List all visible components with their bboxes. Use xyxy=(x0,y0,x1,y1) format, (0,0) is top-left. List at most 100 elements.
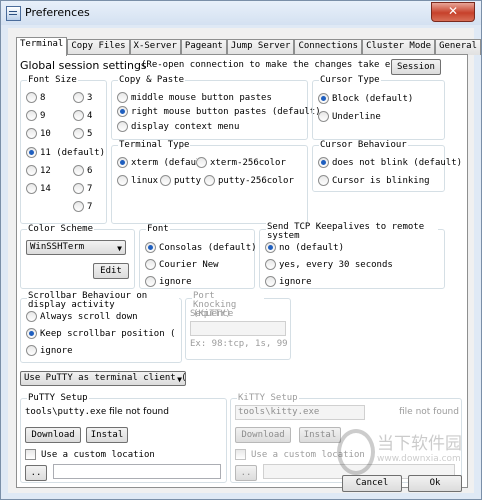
cursor-block-radio[interactable]: Block (default) xyxy=(318,93,413,104)
tab-connections[interactable]: Connections xyxy=(294,39,363,55)
tab-strip: Terminal Copy Files X-Server Pageant Jum… xyxy=(16,37,482,56)
right-mouse-radio[interactable]: right mouse button pastes (default) xyxy=(117,106,321,117)
cursor-type-label: Cursor Type xyxy=(319,75,381,85)
tab-cluster-mode[interactable]: Cluster Mode xyxy=(362,39,436,55)
putty-custom-location-checkbox[interactable]: Use a custom location xyxy=(25,449,155,460)
cursor-behaviour-label: Cursor Behaviour xyxy=(319,140,408,150)
keepalive-no-radio[interactable]: no (default) xyxy=(265,242,344,253)
putty-256color-radio[interactable]: putty-256color xyxy=(204,175,294,186)
tab-general[interactable]: General xyxy=(435,39,482,55)
keepalive-yes-radio[interactable]: yes, every 30 seconds xyxy=(265,259,393,270)
kitty-install-button[interactable]: Instal xyxy=(299,427,341,443)
radio-label: ignore xyxy=(159,276,192,287)
kitty-download-button[interactable]: Download xyxy=(235,427,291,443)
terminal-type-label: Terminal Type xyxy=(118,140,191,150)
putty-radio[interactable]: putty xyxy=(160,175,201,186)
tab-pageant[interactable]: Pageant xyxy=(180,39,227,55)
font-size-12-radio[interactable]: 12 xyxy=(26,165,51,176)
scrollbar-ignore-radio[interactable]: ignore xyxy=(26,345,73,356)
radio-label: 3 xyxy=(87,92,93,103)
close-button[interactable]: ✕ xyxy=(431,2,475,22)
radio-circle xyxy=(73,183,84,194)
radio-circle xyxy=(73,92,84,103)
port-knocking-group: Port Knocking (KiTTY) Sequence Ex: 98:tc… xyxy=(185,292,291,360)
watermark-url: www.downxia.com xyxy=(377,454,461,464)
radio-circle xyxy=(196,157,207,168)
putty-download-button[interactable]: Download xyxy=(25,427,81,443)
keepalive-ignore-radio[interactable]: ignore xyxy=(265,276,312,287)
radio-label: Always scroll down xyxy=(40,311,138,322)
font-group: Font Consolas (default) Courier New igno… xyxy=(139,224,257,289)
xterm-256color-radio[interactable]: xterm-256color xyxy=(196,157,286,168)
ok-button[interactable]: Ok xyxy=(408,475,462,492)
context-menu-radio[interactable]: display context menu xyxy=(117,121,239,132)
radio-label: xterm-256color xyxy=(210,157,286,168)
font-ignore-radio[interactable]: ignore xyxy=(145,276,192,287)
title-bar[interactable]: Preferences ✕ xyxy=(1,1,481,25)
linux-radio[interactable]: linux xyxy=(117,175,158,186)
font-size-7-radio[interactable]: 7 xyxy=(73,183,92,194)
putty-setup-label: PuTTY Setup xyxy=(27,393,89,403)
radio-circle xyxy=(117,175,128,186)
sequence-example: Ex: 98:tcp, 1s, 99:udp xyxy=(190,339,288,349)
keepalive-group: Send TCP Keepalives to remote system no … xyxy=(259,223,445,289)
middle-mouse-radio[interactable]: middle mouse button pastes xyxy=(117,92,272,103)
putty-location-input[interactable] xyxy=(53,464,221,479)
watermark: 当下软件园 www.downxia.com xyxy=(337,429,462,477)
font-size-4-radio[interactable]: 4 xyxy=(73,110,92,121)
putty-browse-button[interactable]: .. xyxy=(25,465,47,481)
tab-x-server[interactable]: X-Server xyxy=(129,39,181,55)
always-scroll-radio[interactable]: Always scroll down xyxy=(26,311,138,322)
radio-label: display context menu xyxy=(131,121,240,132)
cursor-type-group: Cursor Type Block (default) Underline xyxy=(312,75,445,140)
font-size-label: Font Size xyxy=(27,75,78,85)
font-size-9-radio[interactable]: 9 xyxy=(26,110,45,121)
radio-label: Block (default) xyxy=(332,93,414,104)
radio-label: 11 (default) xyxy=(40,147,106,158)
font-size-7b-radio[interactable]: 7 xyxy=(73,201,92,212)
radio-circle-selected xyxy=(318,157,329,168)
sequence-label: Sequence xyxy=(190,309,234,319)
blink-radio[interactable]: Cursor is blinking xyxy=(318,175,430,186)
radio-label: xterm (default) xyxy=(131,157,197,168)
kitty-setup-label: KiTTY Setup xyxy=(237,393,299,403)
radio-label: does not blink (default) xyxy=(332,157,463,168)
font-size-10-radio[interactable]: 10 xyxy=(26,128,51,139)
radio-circle-selected xyxy=(117,106,128,117)
keep-position-radio[interactable]: Keep scrollbar position (default) xyxy=(26,328,176,339)
putty-install-button[interactable]: Instal xyxy=(86,427,128,443)
courier-new-radio[interactable]: Courier New xyxy=(145,259,219,270)
tab-copy-files[interactable]: Copy Files xyxy=(67,39,130,55)
font-size-5-radio[interactable]: 5 xyxy=(73,128,92,139)
radio-label: 6 xyxy=(87,165,93,176)
reopen-note: (Re-open connection to make the changes … xyxy=(141,60,423,70)
xterm-radio[interactable]: xterm (default) xyxy=(117,157,197,168)
radio-label: 4 xyxy=(87,110,93,121)
font-size-14-radio[interactable]: 14 xyxy=(26,183,51,194)
cursor-behaviour-group: Cursor Behaviour does not blink (default… xyxy=(312,140,462,192)
radio-circle-selected xyxy=(145,242,156,253)
sequence-input[interactable] xyxy=(190,321,286,336)
session-button[interactable]: Session xyxy=(391,59,441,75)
font-size-3-radio[interactable]: 3 xyxy=(73,92,92,103)
radio-label: 7 xyxy=(87,183,93,194)
no-blink-radio[interactable]: does not blink (default) xyxy=(318,157,462,168)
terminal-client-select[interactable]: Use PuTTY as terminal client (default)▼ xyxy=(20,371,186,386)
preferences-window: Preferences ✕ Terminal Copy Files X-Serv… xyxy=(0,0,482,500)
chevron-down-icon: ▼ xyxy=(177,375,182,384)
edit-color-scheme-button[interactable]: Edit xyxy=(93,263,129,279)
radio-circle-selected xyxy=(265,242,276,253)
cursor-underline-radio[interactable]: Underline xyxy=(318,111,381,122)
font-size-11-radio[interactable]: 11 (default) xyxy=(26,147,105,158)
tab-terminal[interactable]: Terminal xyxy=(16,37,68,56)
radio-circle xyxy=(73,128,84,139)
tab-jump-server[interactable]: Jump Server xyxy=(226,39,295,55)
color-scheme-select[interactable]: WinSSHTerm ▼ xyxy=(26,240,126,255)
font-size-6-radio[interactable]: 6 xyxy=(73,165,92,176)
radio-label: right mouse button pastes (default) xyxy=(131,106,321,117)
font-size-8-radio[interactable]: 8 xyxy=(26,92,45,103)
cancel-button[interactable]: Cancel xyxy=(342,475,402,492)
consolas-radio[interactable]: Consolas (default) xyxy=(145,242,257,253)
kitty-browse-button[interactable]: .. xyxy=(235,465,257,481)
radio-label: ignore xyxy=(40,345,73,356)
